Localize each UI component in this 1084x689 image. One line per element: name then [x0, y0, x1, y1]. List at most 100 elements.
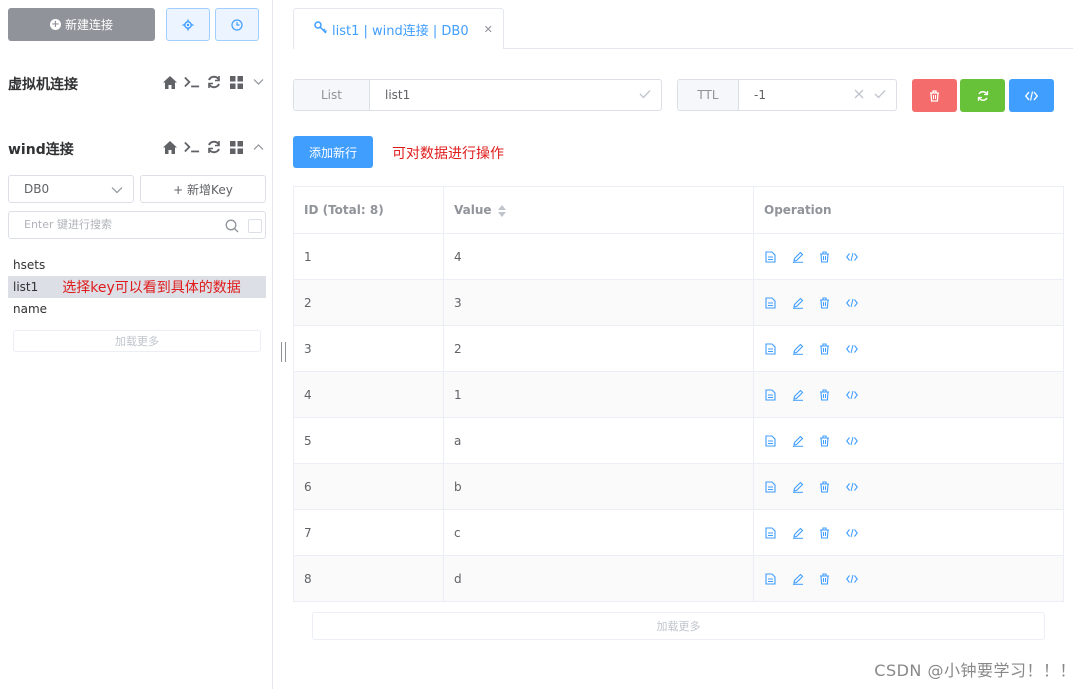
new-connection-button[interactable]: + 新建连接: [8, 8, 155, 41]
edit-icon[interactable]: [791, 250, 804, 263]
dump-command-button[interactable]: [1009, 79, 1054, 112]
trash-icon[interactable]: [818, 480, 831, 493]
key-icon: [314, 20, 328, 38]
key-item-name[interactable]: name: [8, 298, 266, 320]
check-icon[interactable]: [874, 88, 886, 102]
trash-icon[interactable]: [818, 434, 831, 447]
trash-icon[interactable]: [818, 342, 831, 355]
edit-icon[interactable]: [791, 388, 804, 401]
db-select-value: DB0: [24, 182, 50, 196]
cell-operation: [753, 325, 1064, 372]
copy-icon[interactable]: [764, 572, 777, 585]
check-icon[interactable]: [639, 88, 651, 102]
table-load-more-button[interactable]: 加载更多: [312, 612, 1045, 640]
gear-icon: [182, 19, 194, 30]
key-item-hsets[interactable]: hsets: [8, 254, 266, 276]
trash-icon[interactable]: [818, 296, 831, 309]
edit-icon[interactable]: [791, 434, 804, 447]
clock-icon: [231, 18, 243, 31]
history-button[interactable]: [215, 8, 259, 41]
edit-icon[interactable]: [791, 342, 804, 355]
refresh-icon[interactable]: [206, 74, 222, 90]
db-select[interactable]: DB0: [8, 175, 134, 203]
trash-icon[interactable]: [818, 526, 831, 539]
code-icon[interactable]: [845, 526, 858, 539]
add-row-button[interactable]: 添加新行: [293, 136, 373, 168]
code-icon[interactable]: [845, 342, 858, 355]
cell-id: 3: [293, 325, 444, 372]
home-icon[interactable]: [162, 139, 178, 155]
key-search-input[interactable]: [24, 218, 214, 231]
edit-icon[interactable]: [791, 296, 804, 309]
copy-icon[interactable]: [764, 526, 777, 539]
edit-icon[interactable]: [791, 480, 804, 493]
sort-icon[interactable]: [497, 204, 506, 217]
search-icon[interactable]: [225, 218, 239, 237]
key-annotation: 选择key可以看到具体的数据: [62, 280, 241, 296]
home-icon[interactable]: [162, 74, 178, 90]
chevron-down-icon[interactable]: [250, 74, 266, 90]
connection-tools-wind: [162, 139, 266, 155]
grid-icon[interactable]: [228, 74, 244, 90]
header-operation: Operation: [753, 186, 1064, 234]
trash-icon[interactable]: [818, 250, 831, 263]
connection-tools-vm: [162, 74, 266, 90]
code-icon[interactable]: [845, 572, 858, 585]
refresh-icon[interactable]: [206, 139, 222, 155]
code-icon[interactable]: [845, 434, 858, 447]
key-type-label: List: [294, 80, 370, 110]
delete-key-button[interactable]: [912, 79, 957, 112]
code-icon[interactable]: [845, 296, 858, 309]
connection-title-vm[interactable]: 虚拟机连接: [8, 74, 78, 94]
ttl-input-group: TTL -1: [677, 79, 897, 111]
cell-id: 4: [293, 371, 444, 418]
settings-button[interactable]: [166, 8, 210, 41]
cell-id: 7: [293, 509, 444, 556]
grid-icon[interactable]: [228, 139, 244, 155]
copy-icon[interactable]: [764, 480, 777, 493]
code-icon[interactable]: [845, 250, 858, 263]
trash-icon: [930, 89, 939, 102]
code-icon[interactable]: [845, 388, 858, 401]
trash-icon[interactable]: [818, 388, 831, 401]
new-key-button[interactable]: + 新增Key: [140, 175, 266, 203]
table-row: 8d: [293, 555, 1064, 602]
copy-icon[interactable]: [764, 342, 777, 355]
cell-id: 6: [293, 463, 444, 510]
tab-list1[interactable]: list1 | wind连接 | DB0 ✕: [293, 8, 504, 49]
ttl-field[interactable]: -1: [739, 80, 896, 110]
cell-value: 2: [443, 325, 754, 372]
key-name-input-group: List list1: [293, 79, 662, 111]
clear-icon[interactable]: [854, 88, 864, 102]
cell-id: 1: [293, 233, 444, 280]
panel-resize-handle[interactable]: [281, 342, 286, 362]
copy-icon[interactable]: [764, 250, 777, 263]
cell-value: 3: [443, 279, 754, 326]
edit-icon[interactable]: [791, 526, 804, 539]
cell-operation: [753, 555, 1064, 602]
sidebar-load-more-button[interactable]: 加载更多: [13, 330, 261, 352]
chevron-up-icon[interactable]: [250, 139, 266, 155]
cell-value: 4: [443, 233, 754, 280]
refresh-key-button[interactable]: [960, 79, 1005, 112]
cell-operation: [753, 509, 1064, 556]
edit-icon[interactable]: [791, 572, 804, 585]
copy-icon[interactable]: [764, 434, 777, 447]
trash-icon[interactable]: [818, 572, 831, 585]
terminal-icon[interactable]: [184, 74, 200, 90]
key-item-list1[interactable]: list1 选择key可以看到具体的数据: [8, 276, 266, 298]
copy-icon[interactable]: [764, 296, 777, 309]
key-name-field[interactable]: list1: [370, 80, 661, 110]
code-icon[interactable]: [845, 480, 858, 493]
key-search-box: [8, 211, 266, 239]
terminal-icon[interactable]: [184, 139, 200, 155]
header-id: ID (Total: 8): [293, 186, 444, 234]
copy-icon[interactable]: [764, 388, 777, 401]
exact-search-checkbox[interactable]: [248, 219, 262, 233]
cell-id: 5: [293, 417, 444, 464]
connection-title-wind[interactable]: wind连接: [8, 139, 74, 159]
cell-id: 2: [293, 279, 444, 326]
header-value[interactable]: Value: [443, 186, 754, 234]
table-row: 23: [293, 279, 1064, 326]
close-icon[interactable]: ✕: [484, 23, 493, 36]
